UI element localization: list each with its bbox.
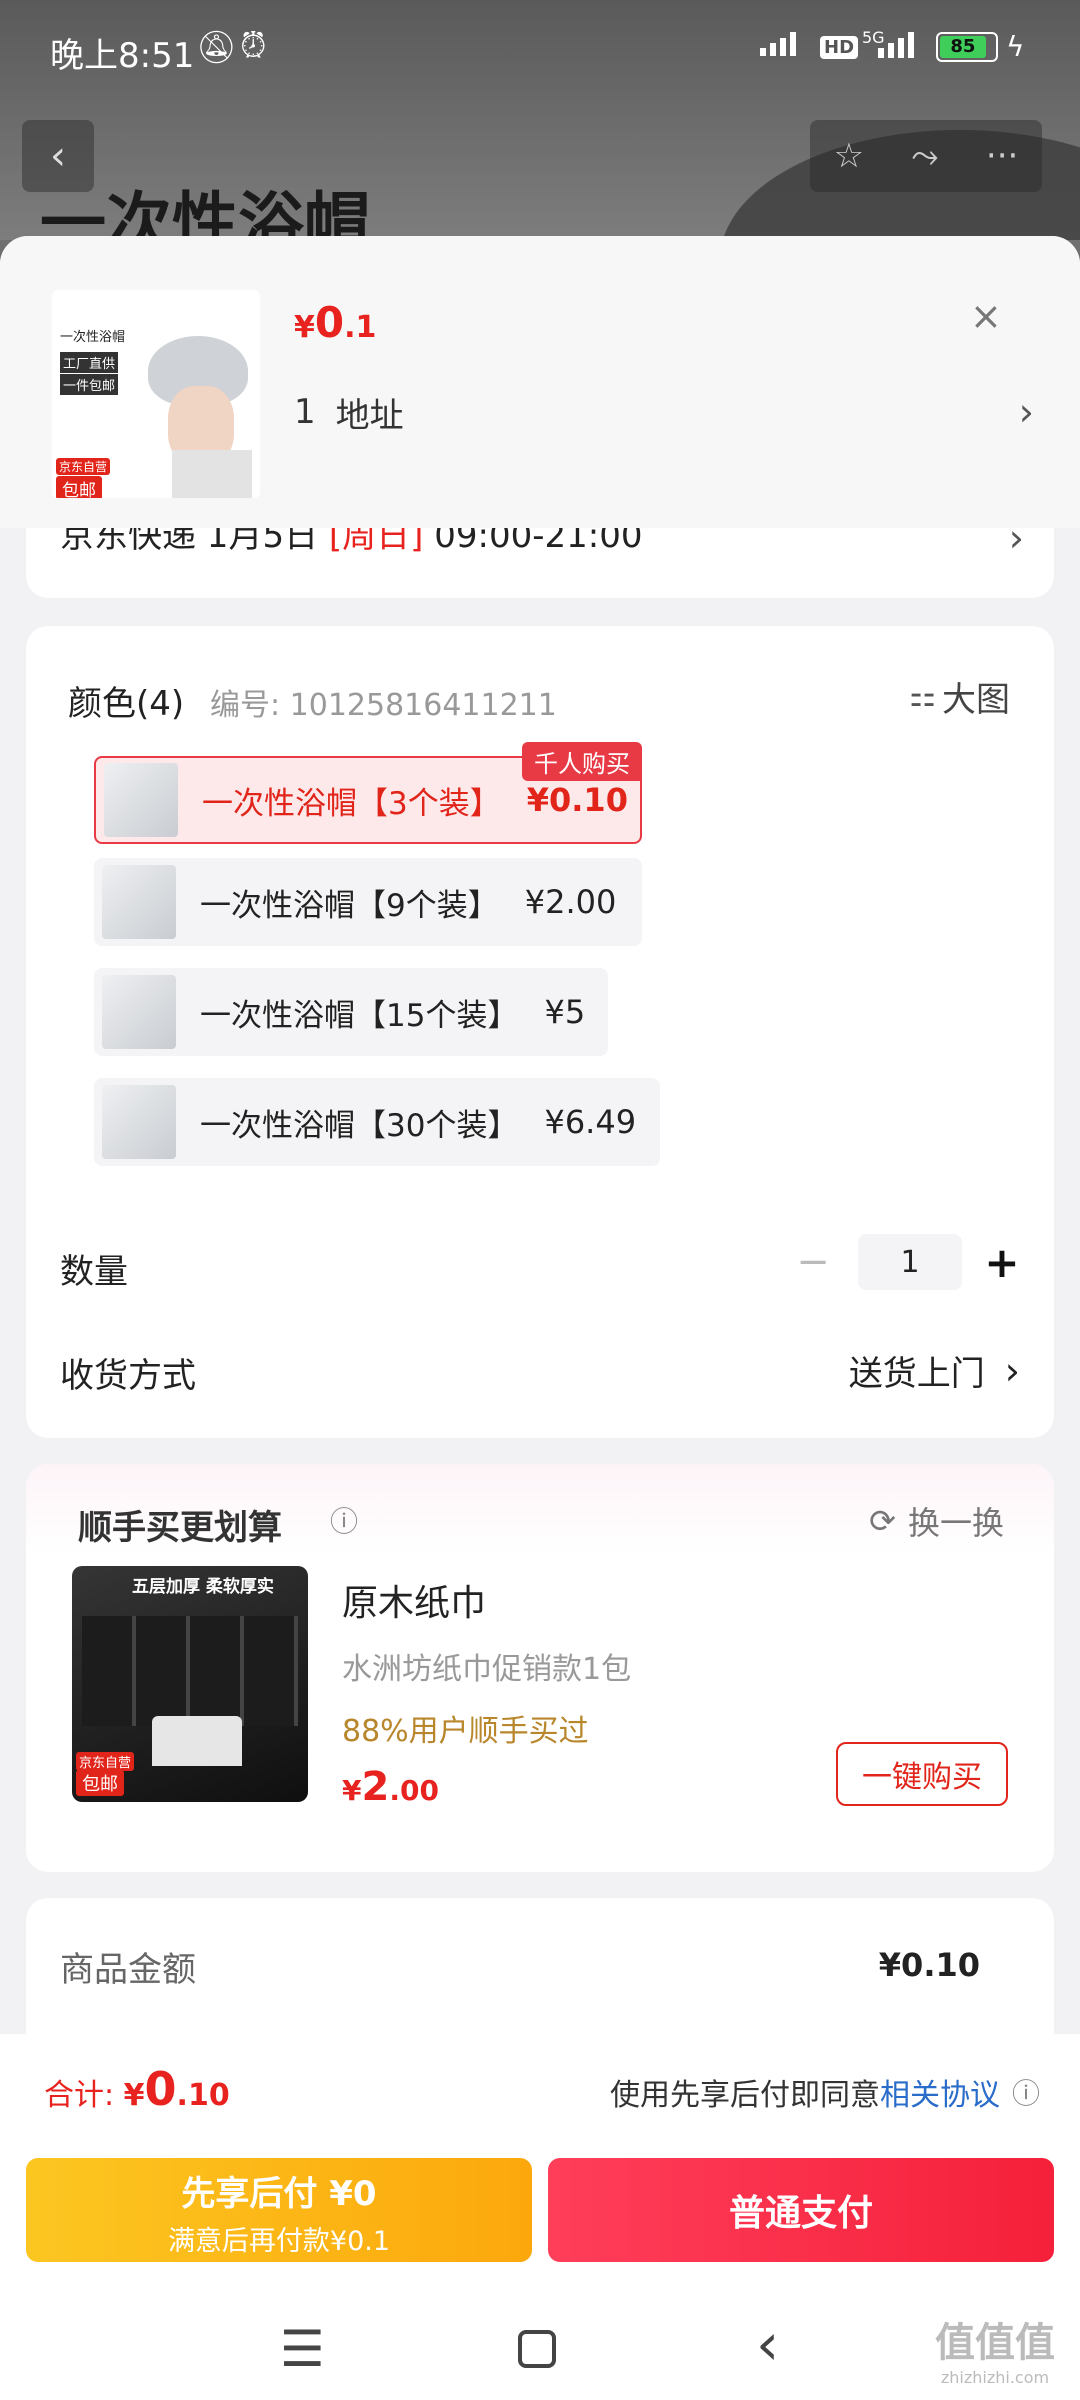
- total-amount: 合计: ¥0.10: [44, 2062, 230, 2116]
- spec-option[interactable]: 一次性浴帽【15个装】 ¥5: [94, 968, 608, 1056]
- one-click-buy-button[interactable]: 一键购买: [836, 1742, 1008, 1806]
- goods-amount-label: 商品金额: [60, 1950, 196, 1990]
- addon-desc: 水洲坊纸巾促销款1包: [342, 1652, 632, 1687]
- quantity-stepper: − 1 +: [788, 1234, 1022, 1290]
- info-icon[interactable]: ⓘ: [330, 1500, 358, 1540]
- shipping-method[interactable]: 送货上门 ›: [849, 1346, 1020, 1395]
- delivery-card[interactable]: 京东快递 1月5日 [周日] 09:00-21:00 ›: [26, 528, 1054, 598]
- hd-badge: HD: [820, 36, 859, 59]
- back-button[interactable]: ‹: [22, 120, 94, 192]
- quantity-label: 数量: [60, 1252, 128, 1292]
- delivery-text: 京东快递 1月5日 [周日] 09:00-21:00: [60, 528, 643, 556]
- pay-later-button[interactable]: 先享后付 ¥0 满意后再付款¥0.1: [26, 2158, 532, 2262]
- big-image-toggle[interactable]: ⚏ 大图: [909, 672, 1010, 721]
- address-row[interactable]: 1 地址 ›: [294, 382, 1034, 442]
- menu-icon[interactable]: ☰: [280, 2320, 325, 2378]
- close-icon[interactable]: ×: [970, 294, 1002, 338]
- normal-pay-button[interactable]: 普通支付: [548, 2158, 1054, 2262]
- watermark: 值值值 zhizhizhi.com: [935, 2320, 1055, 2387]
- top-actions: ☆ ⤳ ···: [810, 120, 1042, 192]
- more-icon[interactable]: ···: [986, 136, 1018, 176]
- charging-icon: ϟ: [1006, 30, 1025, 63]
- signal-icon: [760, 32, 796, 56]
- goods-amount-value: ¥0.10: [878, 1946, 980, 1984]
- spec-title: 颜色(4): [68, 684, 185, 724]
- back-icon[interactable]: ‹: [756, 2310, 779, 2378]
- refresh-button[interactable]: ⟳ 换一换: [869, 1498, 1004, 1544]
- addon-stat: 88%用户顺手买过: [342, 1714, 589, 1749]
- info-icon[interactable]: ⓘ: [1012, 2072, 1040, 2112]
- addon-price: ¥2.00: [342, 1764, 439, 1810]
- mute-icon: 🔕︎: [196, 28, 237, 66]
- chevron-right-icon: ›: [1004, 1348, 1020, 1393]
- chevron-right-icon: ›: [1008, 528, 1024, 560]
- nav-bar: ☰ ‹ 值值值 zhizhizhi.com: [0, 2300, 1080, 2400]
- spec-option[interactable]: 一次性浴帽【30个装】 ¥6.49: [94, 1078, 660, 1166]
- grid-icon: ⚏: [909, 679, 936, 714]
- selected-price: ¥0.1: [294, 298, 377, 347]
- addon-title: 顺手买更划算: [78, 1508, 282, 1548]
- shipping-label: 收货方式: [60, 1356, 196, 1396]
- plus-button[interactable]: +: [982, 1238, 1022, 1287]
- option-thumbnail: [104, 763, 178, 837]
- battery-level: 85: [940, 36, 986, 58]
- battery-icon: 85: [936, 32, 998, 62]
- star-icon[interactable]: ☆: [834, 136, 864, 176]
- status-bar: 晚上8:51 🔕︎ ⏰︎ HD 5G 85 ϟ: [0, 0, 1080, 100]
- status-time: 晚上8:51: [50, 36, 195, 76]
- agreement-text: 使用先享后付即同意 相关协议 ⓘ: [610, 2070, 1040, 2114]
- quantity-input[interactable]: 1: [858, 1234, 962, 1290]
- home-icon[interactable]: [518, 2330, 556, 2368]
- minus-button[interactable]: −: [788, 1239, 838, 1285]
- agreement-link[interactable]: 相关协议: [880, 2070, 1000, 2114]
- option-thumbnail: [102, 865, 176, 939]
- product-header: 一次性浴帽 工厂直供 一件包邮 京东自营 包邮 ¥0.1 × 1 地址 ›: [0, 236, 1080, 528]
- spec-card: 颜色(4) 编号: 10125816411211 ⚏ 大图 一次性浴帽【3个装】…: [26, 626, 1054, 1438]
- addon-image[interactable]: 五层加厚 柔软厚实 京东自营 包邮: [72, 1566, 308, 1802]
- product-image[interactable]: 一次性浴帽 工厂直供 一件包邮 京东自营 包邮: [52, 290, 260, 498]
- chevron-left-icon: ‹: [50, 133, 66, 179]
- addon-card: 顺手买更划算 ⓘ ⟳ 换一换 五层加厚 柔软厚实 京东自营 包邮 原木纸巾 水洲坊…: [26, 1464, 1054, 1872]
- share-icon[interactable]: ⤳: [911, 136, 938, 176]
- signal-5g-icon: [878, 32, 914, 58]
- refresh-icon: ⟳: [869, 1502, 896, 1540]
- option-thumbnail: [102, 975, 176, 1049]
- alarm-icon: ⏰︎: [240, 26, 267, 66]
- hot-badge: 千人购买: [522, 742, 642, 781]
- spec-code: 编号: 10125816411211: [210, 688, 557, 723]
- chevron-right-icon: ›: [1018, 390, 1034, 434]
- spec-option[interactable]: 一次性浴帽【9个装】 ¥2.00: [94, 858, 642, 946]
- checkout-bar: 合计: ¥0.10 使用先享后付即同意 相关协议 ⓘ 先享后付 ¥0 满意后再付…: [0, 2034, 1080, 2400]
- addon-name: 原木纸巾: [342, 1583, 487, 1624]
- option-thumbnail: [102, 1085, 176, 1159]
- spec-option[interactable]: 一次性浴帽【3个装】 ¥0.10 千人购买: [94, 742, 642, 844]
